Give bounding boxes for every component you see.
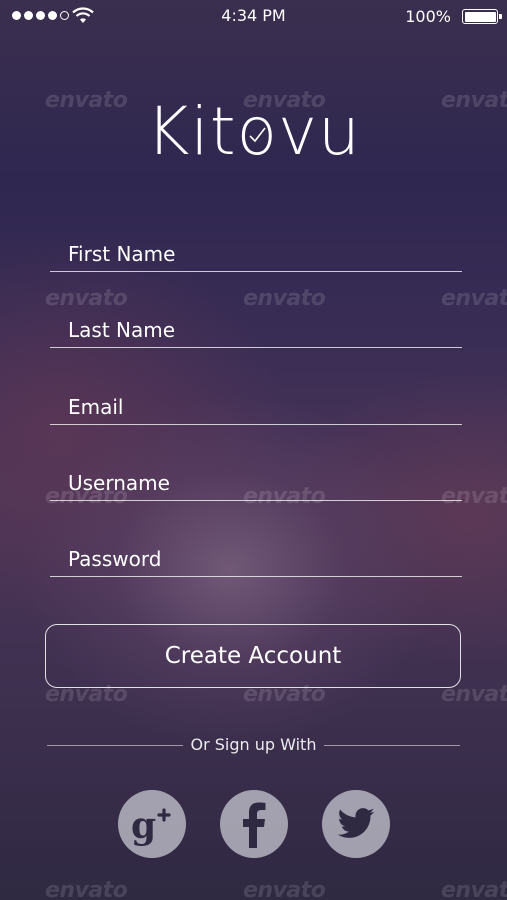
battery-icon	[462, 9, 502, 24]
create-account-button[interactable]: Create Account	[45, 624, 461, 688]
last-name-field	[50, 308, 462, 348]
password-field	[50, 537, 462, 577]
password-input[interactable]	[68, 547, 448, 571]
app-logo: Kito vu	[0, 93, 507, 170]
facebook-icon	[243, 802, 266, 848]
first-name-field	[50, 232, 462, 272]
twitter-icon	[337, 808, 375, 838]
facebook-button[interactable]	[220, 790, 288, 858]
email-input[interactable]	[68, 395, 448, 419]
watermark: envato	[441, 878, 507, 900]
google-plus-icon: g	[131, 805, 171, 847]
username-field	[50, 461, 462, 501]
status-bar: 4:34 PM 100%	[0, 0, 507, 34]
email-field	[50, 385, 462, 425]
first-name-input[interactable]	[68, 242, 448, 266]
google-plus-button[interactable]: g	[118, 790, 186, 858]
watermark: envato	[45, 878, 128, 900]
logo-mark: o	[237, 93, 278, 170]
logo-text-prefix: Kit	[146, 93, 237, 170]
divider-line-right	[324, 745, 460, 746]
logo-text-suffix: vu	[278, 93, 361, 170]
last-name-input[interactable]	[68, 318, 448, 342]
username-input[interactable]	[68, 471, 448, 495]
watermark: envato	[243, 878, 326, 900]
checkmark-icon	[249, 127, 266, 143]
svg-text:g: g	[131, 805, 156, 847]
twitter-button[interactable]	[322, 790, 390, 858]
battery-percent: 100%	[405, 7, 451, 26]
